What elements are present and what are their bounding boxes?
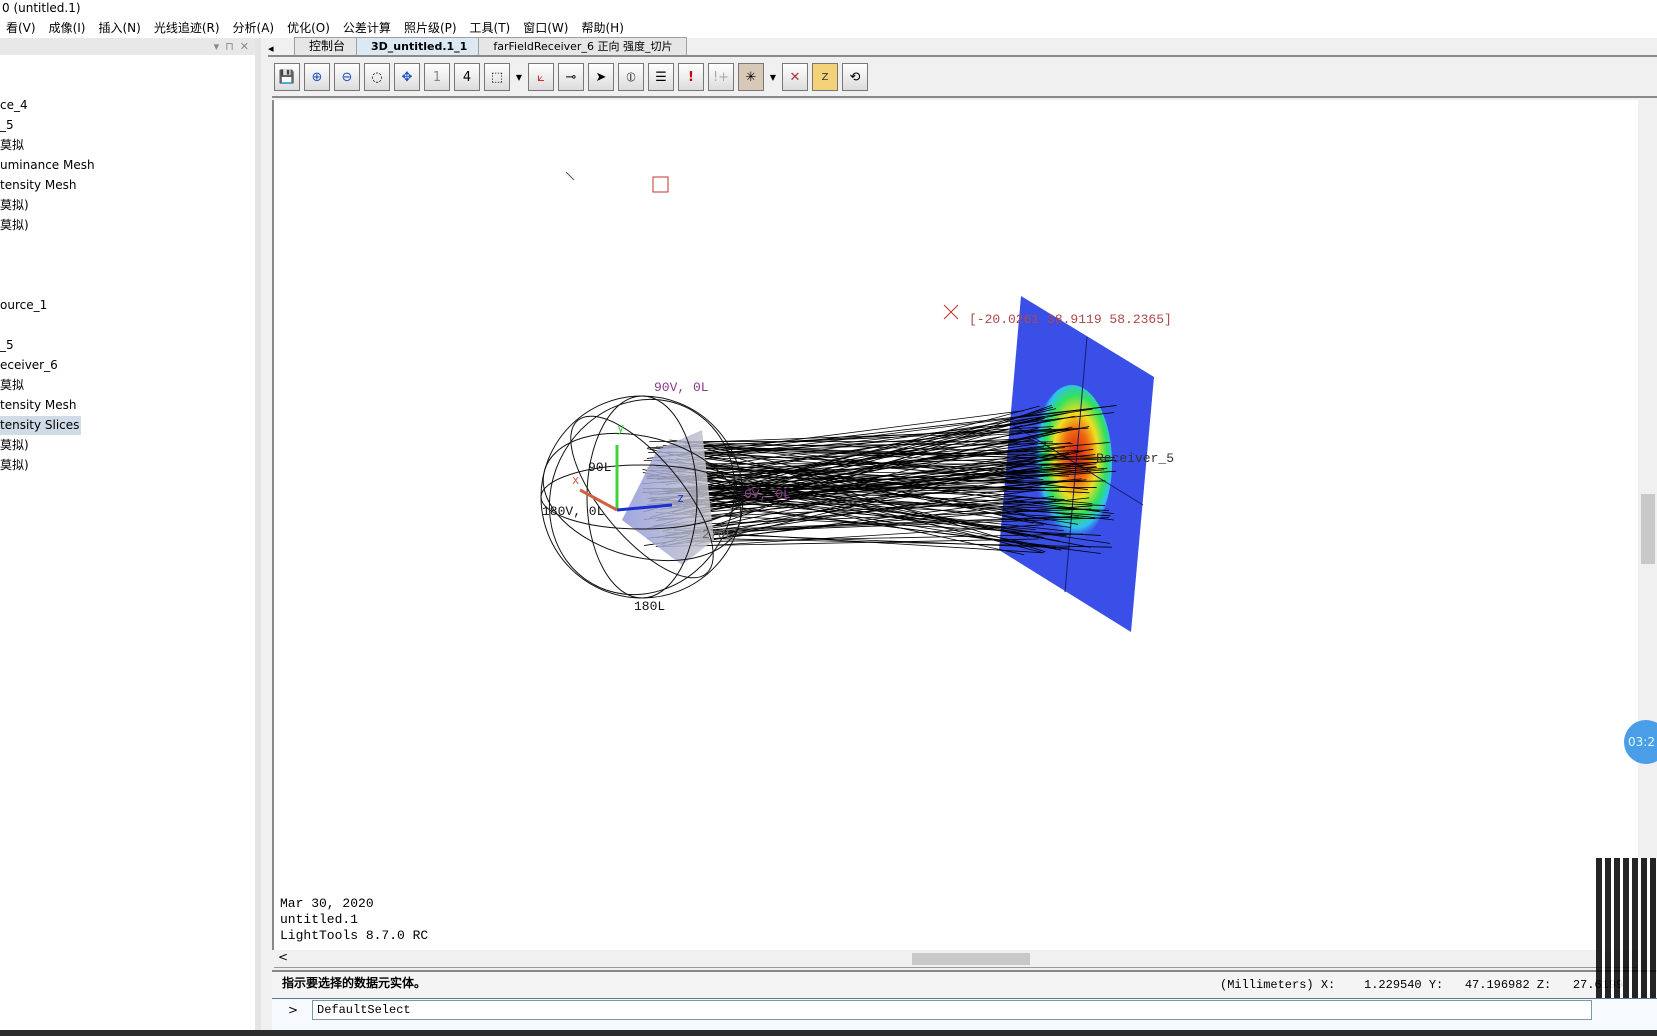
tree-item[interactable]: 莫拟 bbox=[0, 136, 26, 155]
zoom-z-icon[interactable]: Z bbox=[812, 63, 838, 91]
tree-item[interactable]: 莫拟) bbox=[0, 196, 31, 215]
tree-item[interactable]: _5 bbox=[0, 116, 16, 135]
panel-close-button[interactable]: ✕ bbox=[240, 38, 249, 55]
element-icon[interactable]: ⦶ bbox=[618, 63, 644, 91]
tree-item[interactable]: 莫拟 bbox=[0, 376, 26, 395]
menu-bar: 看(V) 成像(I) 插入(N) 光线追迹(R) 分析(A) 优化(O) 公差计… bbox=[0, 18, 1657, 38]
menu-photoreal[interactable]: 照片级(P) bbox=[398, 18, 464, 38]
menu-raytrace[interactable]: 光线追迹(R) bbox=[148, 18, 227, 38]
taskbar-edge bbox=[0, 1030, 1657, 1036]
sphere-label-0v: 0V, 0L bbox=[744, 487, 791, 502]
axis-label-z: z bbox=[677, 491, 684, 505]
system-tree-panel: ▾ ⊓ ✕ ce_4 _5 莫拟 uminance Mesh tensity Mesh 莫… bbox=[0, 38, 261, 1030]
pick-point-marker bbox=[943, 304, 959, 320]
sphere-label-90v: 90V, 0L bbox=[654, 380, 709, 395]
view-cube-icon[interactable]: ⬚ bbox=[484, 63, 510, 91]
lens-icon[interactable]: ⊸ bbox=[558, 63, 584, 91]
sphere-label-90l: 90L bbox=[588, 460, 611, 475]
tree-item[interactable]: eceiver_6 bbox=[0, 356, 60, 375]
cursor-coordinates: (Millimeters) X: 1.229540 Y: 47.196982 Z… bbox=[1220, 978, 1624, 992]
tree-item[interactable]: 莫拟) bbox=[0, 456, 31, 475]
window-title: 0 (untitled.1) bbox=[0, 0, 1657, 18]
select-arrow-icon[interactable]: ➤ bbox=[588, 63, 614, 91]
scroll-left-button[interactable]: < bbox=[274, 950, 288, 964]
menu-insert[interactable]: 插入(N) bbox=[92, 18, 147, 38]
document-tabs: ◂ 控制台 3D_untitled.1_1 farFieldReceiver_6… bbox=[268, 37, 1657, 57]
sphere-label-180v: 180V, 0L bbox=[542, 504, 604, 519]
single-view-icon[interactable]: 1 bbox=[424, 63, 450, 91]
menu-tolerance[interactable]: 公差计算 bbox=[337, 18, 398, 38]
selection-marker bbox=[652, 176, 669, 193]
tree-item[interactable]: _5 bbox=[0, 336, 16, 355]
tab-scroll-left[interactable]: ◂ bbox=[268, 42, 284, 55]
error-icon[interactable]: ! bbox=[678, 63, 704, 91]
command-input[interactable] bbox=[312, 1000, 1592, 1020]
command-prompt: > bbox=[288, 1003, 299, 1017]
panel-header: ▾ ⊓ ✕ bbox=[0, 38, 255, 55]
panel-pin-button[interactable]: ⊓ bbox=[225, 38, 234, 55]
ray-trace-icon[interactable]: ✳ bbox=[738, 63, 764, 91]
tree-item[interactable]: ce_4 bbox=[0, 96, 30, 115]
pick-coordinate-label: [-20.0261 38.9119 58.2365] bbox=[969, 312, 1172, 327]
tree-item[interactable]: uminance Mesh bbox=[0, 156, 97, 175]
axes-icon[interactable]: ⟀ bbox=[528, 63, 554, 91]
zoom-in-icon[interactable]: ⊕ bbox=[304, 63, 330, 91]
rotate-icon[interactable]: ⟲ bbox=[842, 63, 868, 91]
tab-farfield-slice[interactable]: farFieldReceiver_6 正向 强度_切片 bbox=[478, 37, 688, 55]
ray-dropdown-icon[interactable]: ▼ bbox=[768, 63, 778, 91]
axis-label-y: y bbox=[617, 421, 624, 435]
tree-item[interactable]: tensity Mesh bbox=[0, 396, 79, 415]
info-date: Mar 30, 2020 bbox=[280, 896, 374, 911]
tree-item[interactable]: ource_1 bbox=[0, 296, 49, 315]
mouse-cursor-icon bbox=[565, 171, 575, 181]
view-toolbar: 💾 ⊕ ⊖ ◌ ✥ 1 4 ⬚ ▼ ⟀ ⊸ ➤ ⦶ ☰ ! !+ ✳ ▼ ✕ Z… bbox=[272, 60, 1657, 98]
menu-imaging[interactable]: 成像(I) bbox=[43, 18, 93, 38]
qr-code-overlay bbox=[1596, 858, 1657, 998]
tree-item[interactable]: tensity Mesh bbox=[0, 176, 79, 195]
reflector-cone bbox=[622, 430, 714, 565]
receiver-label: Receiver_5 bbox=[1096, 451, 1174, 466]
save-icon[interactable]: 💾 bbox=[274, 63, 300, 91]
zoom-extents-icon[interactable]: ✥ bbox=[394, 63, 420, 91]
tab-3d-view[interactable]: 3D_untitled.1_1 bbox=[356, 37, 483, 55]
sphere-label-180l: 180L bbox=[634, 599, 665, 614]
tree-item[interactable]: tensity Slices bbox=[0, 416, 82, 435]
view-info: Mar 30, 2020 untitled.1 LightTools 8.7.0… bbox=[280, 896, 428, 944]
view-dropdown-icon[interactable]: ▼ bbox=[514, 63, 524, 91]
3d-viewport[interactable]: y z x 90V, 0L 90L 180V, 0L 180L 0V, 0L 2… bbox=[272, 100, 1638, 950]
status-message: 指示要选择的数据元实体。 bbox=[282, 976, 427, 990]
tree-item[interactable]: 莫拟) bbox=[0, 436, 31, 455]
panel-menu-button[interactable]: ▾ bbox=[214, 38, 220, 55]
zoom-window-icon[interactable]: ◌ bbox=[364, 63, 390, 91]
menu-help[interactable]: 帮助(H) bbox=[575, 18, 630, 38]
menu-optimize[interactable]: 优化(O) bbox=[281, 18, 337, 38]
horizontal-scroll-thumb[interactable] bbox=[912, 953, 1030, 965]
menu-window[interactable]: 窗口(W) bbox=[517, 18, 575, 38]
info-file: untitled.1 bbox=[280, 912, 359, 927]
menu-tools[interactable]: 工具(T) bbox=[464, 18, 518, 38]
info-version: LightTools 8.7.0 RC bbox=[280, 928, 429, 943]
zoom-out-icon[interactable]: ⊖ bbox=[334, 63, 360, 91]
menu-view[interactable]: 看(V) bbox=[0, 18, 43, 38]
properties-icon[interactable]: ☰ bbox=[648, 63, 674, 91]
menu-analysis[interactable]: 分析(A) bbox=[227, 18, 282, 38]
sphere-label-270l: 270L bbox=[702, 527, 733, 542]
add-marker-icon[interactable]: !+ bbox=[708, 63, 734, 91]
3d-scene[interactable]: y z x 90V, 0L 90L 180V, 0L 180L 0V, 0L 2… bbox=[274, 100, 1640, 950]
four-view-icon[interactable]: 4 bbox=[454, 63, 480, 91]
delete-rays-icon[interactable]: ✕ bbox=[782, 63, 808, 91]
vertical-scroll-thumb[interactable] bbox=[1641, 494, 1655, 564]
axis-label-x: x bbox=[572, 473, 579, 487]
tree-item[interactable]: 莫拟) bbox=[0, 216, 31, 235]
tab-console[interactable]: 控制台 bbox=[294, 37, 361, 55]
